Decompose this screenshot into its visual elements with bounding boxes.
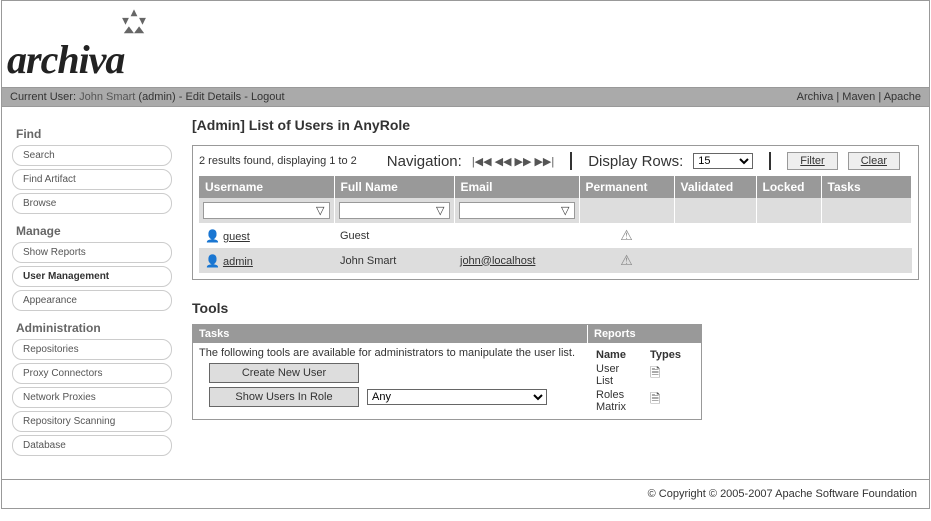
sidebar-item-repository-scanning[interactable]: Repository Scanning — [12, 411, 172, 432]
filter-username-input[interactable] — [205, 205, 313, 217]
prev-page-icon[interactable]: ◀◀ — [495, 155, 512, 168]
cell-email — [454, 223, 579, 248]
sidebar-item-browse[interactable]: Browse — [12, 193, 172, 214]
header-logo-area: archiva — [2, 1, 929, 87]
user-icon: 👤 — [205, 229, 220, 243]
user-link[interactable]: guest — [223, 231, 250, 243]
col-tasks[interactable]: Tasks — [821, 176, 912, 198]
filter-icon[interactable]: ▽ — [433, 204, 447, 217]
sidebar-item-network-proxies[interactable]: Network Proxies — [12, 387, 172, 408]
results-text: 2 results found, displaying 1 to 2 — [199, 155, 357, 167]
sidebar-item-search[interactable]: Search — [12, 145, 172, 166]
report-name: User List — [596, 363, 648, 387]
logout-link[interactable]: Logout — [251, 91, 285, 103]
current-user-role: (admin) — [138, 91, 175, 103]
tools-box: Tasks Reports The following tools are av… — [192, 324, 702, 420]
filter-button[interactable]: Filter — [787, 152, 837, 170]
document-icon[interactable]: 🗎 — [650, 365, 660, 380]
edit-details-link[interactable]: Edit Details — [186, 91, 242, 103]
email-link[interactable]: john@localhost — [460, 255, 535, 267]
user-list-box: 2 results found, displaying 1 to 2 Navig… — [192, 145, 919, 280]
cell-fullname: John Smart — [334, 248, 454, 273]
sidebar: Find Search Find Artifact Browse Manage … — [2, 117, 182, 459]
sidebar-heading-find: Find — [16, 127, 172, 141]
reports-types-header: Types — [650, 349, 693, 361]
user-bar: Current User: John Smart (admin) - Edit … — [2, 87, 929, 107]
tasks-header: Tasks — [193, 325, 588, 343]
sidebar-heading-manage: Manage — [16, 224, 172, 238]
show-users-in-role-button[interactable]: Show Users In Role — [209, 387, 359, 407]
report-name: Roles Matrix — [596, 389, 648, 413]
sidebar-item-find-artifact[interactable]: Find Artifact — [12, 169, 172, 190]
create-user-button[interactable]: Create New User — [209, 363, 359, 383]
user-link[interactable]: admin — [223, 256, 253, 268]
page-title: [Admin] List of Users in AnyRole — [192, 117, 919, 133]
col-validated[interactable]: Validated — [674, 176, 756, 198]
users-table: Username Full Name Email Permanent Valid… — [199, 176, 912, 273]
document-icon[interactable]: 🗎 — [650, 391, 660, 406]
last-page-icon[interactable]: ▶▶| — [534, 155, 554, 168]
reports-name-header: Name — [596, 349, 648, 361]
col-username[interactable]: Username — [199, 176, 334, 198]
logo-text: archiva — [7, 36, 924, 83]
footer-copyright: © Copyright © 2005-2007 Apache Software … — [2, 479, 929, 508]
divider — [570, 152, 572, 170]
col-email[interactable]: Email — [454, 176, 579, 198]
sidebar-item-show-reports[interactable]: Show Reports — [12, 242, 172, 263]
current-user-label: Current User: — [10, 91, 76, 103]
navigation-label: Navigation: — [387, 153, 462, 170]
next-page-icon[interactable]: ▶▶ — [515, 155, 532, 168]
permanent-icon: ⚠ — [585, 252, 668, 269]
table-row: 👤admin John Smart john@localhost ⚠ — [199, 248, 912, 273]
maven-link[interactable]: Maven — [842, 91, 875, 103]
permanent-icon: ⚠ — [585, 227, 668, 244]
table-row: 👤guest Guest ⚠ — [199, 223, 912, 248]
display-rows-label: Display Rows: — [588, 153, 683, 170]
apache-link[interactable]: Apache — [884, 91, 921, 103]
clear-button[interactable]: Clear — [848, 152, 900, 170]
reports-header: Reports — [588, 325, 642, 343]
display-rows-select[interactable]: 15 — [693, 153, 753, 169]
sidebar-heading-administration: Administration — [16, 321, 172, 335]
tools-heading: Tools — [192, 300, 919, 316]
user-icon: 👤 — [205, 254, 220, 268]
col-fullname[interactable]: Full Name — [334, 176, 454, 198]
tools-intro: The following tools are available for ad… — [199, 347, 582, 359]
cell-fullname: Guest — [334, 223, 454, 248]
filter-email-input[interactable] — [461, 205, 559, 217]
filter-icon[interactable]: ▽ — [313, 204, 327, 217]
sidebar-item-appearance[interactable]: Appearance — [12, 290, 172, 311]
sidebar-item-database[interactable]: Database — [12, 435, 172, 456]
sidebar-item-repositories[interactable]: Repositories — [12, 339, 172, 360]
divider — [769, 152, 771, 170]
col-permanent[interactable]: Permanent — [579, 176, 674, 198]
filter-icon[interactable]: ▽ — [558, 204, 572, 217]
filter-fullname-input[interactable] — [341, 205, 434, 217]
role-select[interactable]: Any — [367, 389, 547, 405]
sidebar-item-proxy-connectors[interactable]: Proxy Connectors — [12, 363, 172, 384]
col-locked[interactable]: Locked — [756, 176, 821, 198]
sidebar-item-user-management[interactable]: User Management — [12, 266, 172, 287]
first-page-icon[interactable]: |◀◀ — [472, 155, 492, 168]
current-user-name: John Smart — [79, 91, 135, 103]
archiva-link[interactable]: Archiva — [797, 91, 834, 103]
